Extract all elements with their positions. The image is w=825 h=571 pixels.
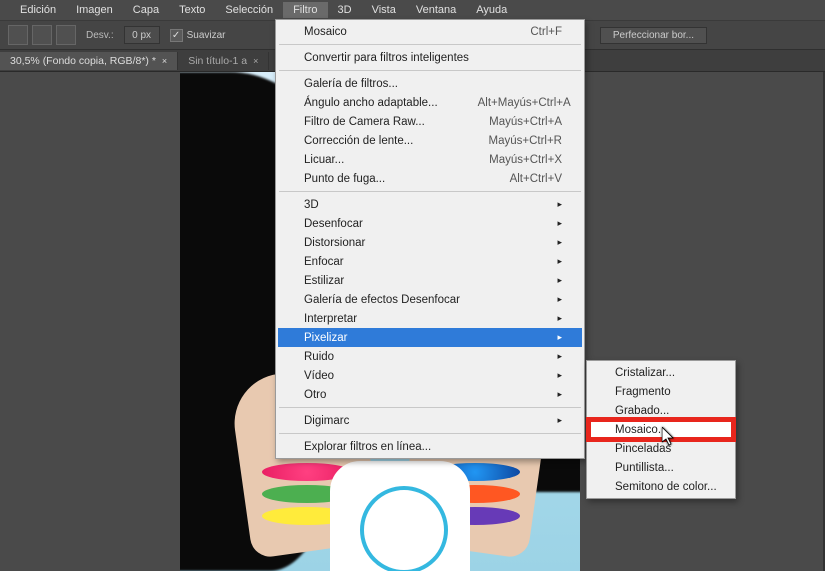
menu-item-label: Explorar filtros en línea... [304,441,431,453]
document-tab[interactable]: Sin título-1 a × [178,52,269,70]
menu-ayuda[interactable]: Ayuda [466,2,517,18]
menu-item-label: Mosaico [304,26,347,38]
menu-ventana[interactable]: Ventana [406,2,466,18]
feather-label: Desv.: [86,30,114,41]
menu-item[interactable]: Estilizar [278,271,582,290]
tool-icon-c[interactable] [56,25,76,45]
menu-imagen[interactable]: Imagen [66,2,123,18]
menu-item-label: Enfocar [304,256,344,268]
menu-item[interactable]: Corrección de lente... Mayús+Ctrl+R [278,131,582,150]
menu-item[interactable]: Convertir para filtros inteligentes [278,48,582,67]
menu-item-label: Corrección de lente... [304,135,413,147]
menu-item-label: Punto de fuga... [304,173,385,185]
menu-item-label: Mosaico... [615,424,667,436]
menu-item-mosaico[interactable]: Mosaico... [589,420,733,439]
antialias-label: Suavizar [187,30,226,41]
menu-shortcut: Mayús+Ctrl+A [449,116,562,128]
menu-item-label: Galería de filtros... [304,78,398,90]
cursor-icon [662,427,676,452]
menu-item[interactable]: Otro [278,385,582,404]
menu-item-label: Otro [304,389,326,401]
menu-item[interactable]: Vídeo [278,366,582,385]
menu-item[interactable]: Punto de fuga... Alt+Ctrl+V [278,169,582,188]
menu-item-label: Semitono de color... [615,481,717,493]
menu-shortcut: Mayús+Ctrl+X [449,154,562,166]
menu-item-label: Filtro de Camera Raw... [304,116,425,128]
separator [279,70,581,71]
pixelize-submenu: Cristalizar... Fragmento Grabado... Mosaico… [586,360,736,499]
close-icon[interactable]: × [253,56,258,66]
tool-icon-b[interactable] [32,25,52,45]
menu-item[interactable]: Grabado... [589,401,733,420]
refine-edge-button[interactable]: Perfeccionar bor... [600,27,707,44]
menu-texto[interactable]: Texto [169,2,215,18]
menu-item[interactable]: Mosaico Ctrl+F [278,22,582,41]
menu-item-label: Ruido [304,351,334,363]
menu-item-label: Estilizar [304,275,344,287]
menu-item[interactable]: Galería de filtros... [278,74,582,93]
separator [279,433,581,434]
menu-item[interactable]: Digimarc [278,411,582,430]
menu-item-label: Licuar... [304,154,344,166]
menu-item[interactable]: Ángulo ancho adaptable...Alt+Mayús+Ctrl+… [278,93,582,112]
menu-item-label: Puntillista... [615,462,674,474]
menu-item[interactable]: Interpretar [278,309,582,328]
tool-icon-a[interactable] [8,25,28,45]
feather-input[interactable] [124,26,160,44]
tab-label: Sin título-1 a [188,55,247,67]
menu-shortcut: Mayús+Ctrl+R [449,135,563,147]
menu-item-label: Pixelizar [304,332,347,344]
menu-item-label: Fragmento [615,386,671,398]
menu-item-label: Interpretar [304,313,357,325]
separator [279,407,581,408]
menu-item-label: Digimarc [304,415,349,427]
menu-item[interactable]: Pinceladas [589,439,733,458]
close-icon[interactable]: × [162,56,167,66]
menu-item[interactable]: Semitono de color... [589,477,733,496]
menu-item-label: Galería de efectos Desenfocar [304,294,460,306]
document-tab[interactable]: 30,5% (Fondo copia, RGB/8*) * × [0,52,178,70]
menu-item[interactable]: Pixelizar [278,328,582,347]
menu-edicion[interactable]: Edición [10,2,66,18]
menu-item-label: Ángulo ancho adaptable... [304,97,438,109]
menu-item[interactable]: Fragmento [589,382,733,401]
menu-item[interactable]: Desenfocar [278,214,582,233]
tab-label: 30,5% (Fondo copia, RGB/8*) * [10,55,156,67]
menu-item-label: Convertir para filtros inteligentes [304,52,469,64]
menu-shortcut: Alt+Mayús+Ctrl+A [438,97,571,109]
main-menubar: EdiciónImagenCapaTextoSelecciónFiltro3DV… [0,0,825,20]
menu-item[interactable]: Ruido [278,347,582,366]
menu-item[interactable]: Explorar filtros en línea... [278,437,582,456]
menu-item-label: Desenfocar [304,218,363,230]
menu-seleccion[interactable]: Selección [215,2,283,18]
separator [279,191,581,192]
menu-item-label: Distorsionar [304,237,365,249]
menu-item-label: Cristalizar... [615,367,675,379]
menu-vista[interactable]: Vista [362,2,406,18]
menu-item[interactable]: Distorsionar [278,233,582,252]
menu-item[interactable]: Cristalizar... [589,363,733,382]
menu-item[interactable]: Puntillista... [589,458,733,477]
menu-item[interactable]: Licuar... Mayús+Ctrl+X [278,150,582,169]
menu-item-label: 3D [304,199,319,211]
menu-item[interactable]: Enfocar [278,252,582,271]
menu-3d[interactable]: 3D [328,2,362,18]
menu-item-label: Grabado... [615,405,669,417]
menu-item[interactable]: 3D [278,195,582,214]
filter-menu: Mosaico Ctrl+F Convertir para filtros inte… [275,19,585,459]
menu-item[interactable]: Filtro de Camera Raw... Mayús+Ctrl+A [278,112,582,131]
menu-item-label: Vídeo [304,370,334,382]
menu-shortcut: Ctrl+F [490,26,562,38]
menu-filtro[interactable]: Filtro [283,2,327,18]
menu-shortcut: Alt+Ctrl+V [470,173,562,185]
antialias-checkbox[interactable] [170,29,183,42]
separator [279,44,581,45]
menu-capa[interactable]: Capa [123,2,169,18]
menu-item[interactable]: Galería de efectos Desenfocar [278,290,582,309]
